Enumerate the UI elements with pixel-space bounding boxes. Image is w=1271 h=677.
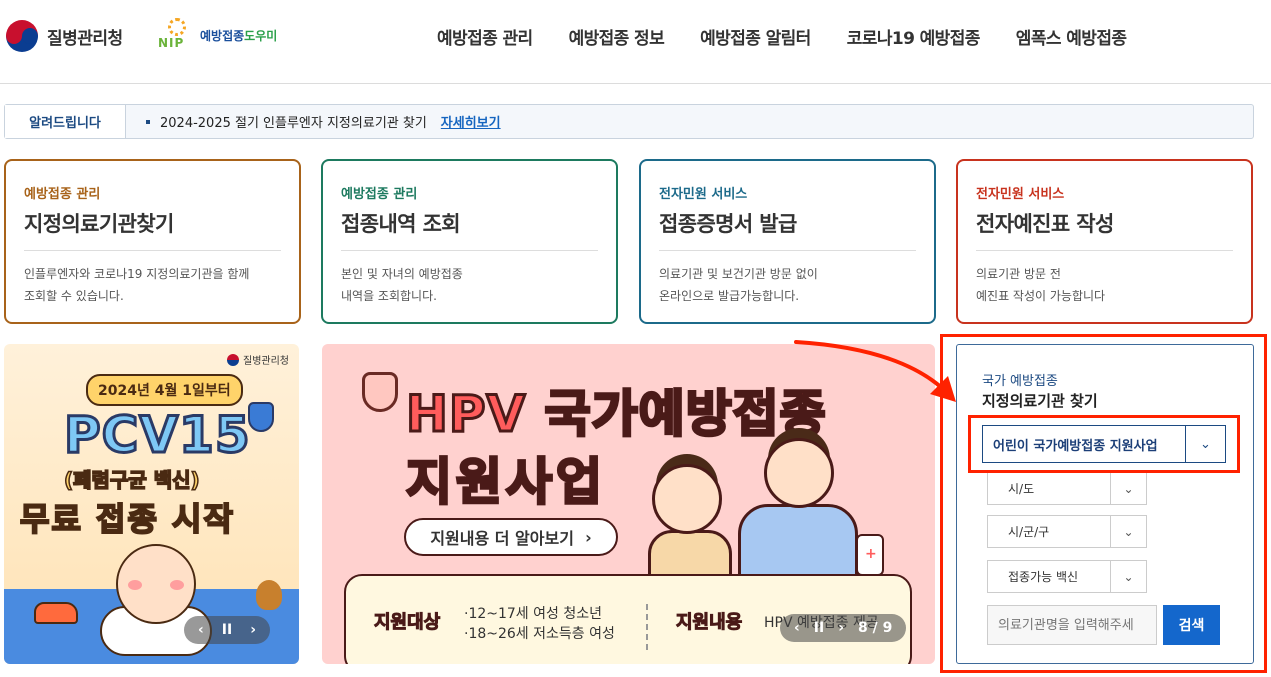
card-category: 예방접종 관리 <box>24 187 101 202</box>
girl-face-illustration <box>764 438 834 508</box>
card-description: 의료기관 및 보건기관 방문 없이 온라인으로 발급가능합니다. <box>659 267 818 303</box>
sido-select[interactable]: 시/도 ⌄ <box>987 472 1147 505</box>
vaccine-select[interactable]: 접종가능 백신 ⌄ <box>987 560 1147 593</box>
main-nav: 예방접종 관리 예방접종 정보 예방접종 알림터 코로나19 예방접종 엠폭스 … <box>437 24 1162 49</box>
learn-more-button[interactable]: 지원내용 더 알아보기 › <box>404 518 618 556</box>
hpv-banner[interactable]: HPV 국가예방접종 지원사업 지원내용 더 알아보기 › 지원대상 ·12~1… <box>322 344 935 664</box>
card-certificate-issue[interactable]: 전자민원 서비스 접종증명서 발급 의료기관 및 보건기관 방문 없이 온라인으로… <box>639 159 936 324</box>
card-category: 예방접종 관리 <box>341 187 418 202</box>
shield-check-icon <box>248 402 274 432</box>
support-content-tag: 지원내용 <box>675 612 743 634</box>
student-girl-face-illustration <box>652 464 722 534</box>
kdca-logo[interactable]: 질병관리청 <box>6 20 123 52</box>
taegeuk-emblem-icon <box>6 20 38 52</box>
notice-label: 알려드립니다 <box>5 105 126 138</box>
sigungu-select-value: 시/군/구 <box>1008 525 1050 539</box>
card-description: 의료기관 방문 전 예진표 작성이 가능합니다 <box>976 267 1106 303</box>
card-e-prescreening[interactable]: 전자민원 서비스 전자예진표 작성 의료기관 방문 전 예진표 작성이 가능합니다 <box>956 159 1253 324</box>
card-title: 접종내역 조회 <box>341 208 598 251</box>
pcv-slider-controls: ‹ II › <box>184 616 270 644</box>
hpv-slider-controls: ‹ II › 8 / 9 <box>780 614 907 642</box>
card-category: 전자민원 서비스 <box>659 187 748 202</box>
search-category: 국가 예방접종 <box>982 374 1058 389</box>
banner-date: 2024년 4월 1일부터 <box>86 374 243 406</box>
nav-item-vaccination-notices[interactable]: 예방접종 알림터 <box>700 24 811 49</box>
support-target-list: ·12~17세 여성 청소년 ·18~26세 저소득층 여성 <box>464 606 615 642</box>
vaccine-bottle-icon <box>856 534 884 576</box>
notice-bar: 알려드립니다 2024-2025 절기 인플루엔자 지정의료기관 찾기 자세히보… <box>4 104 1254 139</box>
card-description: 인플루엔자와 코로나19 지정의료기관을 함께 조회할 수 있습니다. <box>24 267 250 303</box>
pause-icon[interactable]: II <box>814 620 824 636</box>
notice-more-link[interactable]: 자세히보기 <box>441 112 501 131</box>
banner-headline: PCV15 <box>63 405 252 466</box>
heart-shield-icon <box>362 372 398 412</box>
divider <box>646 604 648 650</box>
banner-brand: 질병관리청 <box>227 352 289 367</box>
slide-counter: 8 / 9 <box>857 620 893 636</box>
nip-logo-text: 예방접종도우미 <box>200 28 278 43</box>
chevron-down-icon[interactable]: ⌄ <box>1185 426 1225 462</box>
clinic-search-panel: 국가 예방접종 지정의료기관 찾기 어린이 국가예방접종 지원사업 ⌄ 시/도 … <box>956 344 1254 664</box>
search-button[interactable]: 검색 <box>1163 605 1220 645</box>
pcv15-banner[interactable]: 질병관리청 2024년 4월 1일부터 PCV15 (폐렴구균 백신) 무료 접… <box>4 344 299 664</box>
vaccine-select-value: 접종가능 백신 <box>1008 570 1079 584</box>
sido-select-value: 시/도 <box>1008 482 1035 496</box>
nav-item-vaccination-info[interactable]: 예방접종 정보 <box>569 24 665 49</box>
card-title: 전자예진표 작성 <box>976 208 1233 251</box>
chevron-down-icon[interactable]: ⌄ <box>1110 473 1146 504</box>
teddy-bear-icon <box>256 580 282 610</box>
card-designated-clinic[interactable]: 예방접종 관리 지정의료기관찾기 인플루엔자와 코로나19 지정의료기관을 함께… <box>4 159 301 324</box>
nav-item-mpox-vaccination[interactable]: 엠폭스 예방접종 <box>1016 24 1127 49</box>
clinic-name-input[interactable] <box>987 605 1157 645</box>
next-arrow-icon[interactable]: › <box>838 620 844 636</box>
prev-arrow-icon[interactable]: ‹ <box>198 622 204 638</box>
support-target-tag: 지원대상 <box>373 612 441 634</box>
chevron-down-icon[interactable]: ⌄ <box>1110 561 1146 592</box>
sigungu-select[interactable]: 시/군/구 ⌄ <box>987 515 1147 548</box>
bullet-icon <box>146 119 150 124</box>
pause-icon[interactable]: II <box>222 622 232 638</box>
nip-sun-icon: NIP <box>158 18 196 52</box>
nav-item-covid19-vaccination[interactable]: 코로나19 예방접종 <box>847 24 981 49</box>
card-description: 본인 및 자녀의 예방접종 내역을 조회합니다. <box>341 267 463 303</box>
card-title: 접종증명서 발급 <box>659 208 916 251</box>
kdca-logo-text: 질병관리청 <box>47 28 123 49</box>
notice-text[interactable]: 2024-2025 절기 인플루엔자 지정의료기관 찾기 <box>160 112 427 131</box>
girl-body-illustration <box>738 504 858 584</box>
search-title: 지정의료기관 찾기 <box>982 392 1098 410</box>
chevron-down-icon[interactable]: ⌄ <box>1110 516 1146 547</box>
card-title: 지정의료기관찾기 <box>24 208 281 251</box>
next-arrow-icon[interactable]: › <box>250 622 256 638</box>
nav-item-vaccination-management[interactable]: 예방접종 관리 <box>437 24 533 49</box>
program-select[interactable]: 어린이 국가예방접종 지원사업 ⌄ <box>982 425 1226 463</box>
banner-start-text: 무료 접종 시작 <box>19 499 235 539</box>
chevron-right-icon: › <box>585 527 592 547</box>
card-category: 전자민원 서비스 <box>976 187 1065 202</box>
banner-subtitle: (폐렴구균 백신) <box>63 467 200 493</box>
nip-logo[interactable]: NIP 예방접종도우미 <box>158 18 277 52</box>
prev-arrow-icon[interactable]: ‹ <box>794 620 800 636</box>
taegeuk-emblem-icon <box>227 353 239 366</box>
program-select-value: 어린이 국가예방접종 지원사업 <box>993 438 1158 454</box>
banner-title: HPV 국가예방접종 <box>405 384 828 445</box>
site-header: 질병관리청 NIP 예방접종도우미 예방접종 관리 예방접종 정보 예방접종 알… <box>0 0 1271 84</box>
banner-subtitle: 지원사업 <box>405 452 606 513</box>
card-vaccination-history[interactable]: 예방접종 관리 접종내역 조회 본인 및 자녀의 예방접종 내역을 조회합니다. <box>321 159 618 324</box>
toy-car-icon <box>34 602 78 624</box>
baby-face-illustration <box>116 544 196 624</box>
